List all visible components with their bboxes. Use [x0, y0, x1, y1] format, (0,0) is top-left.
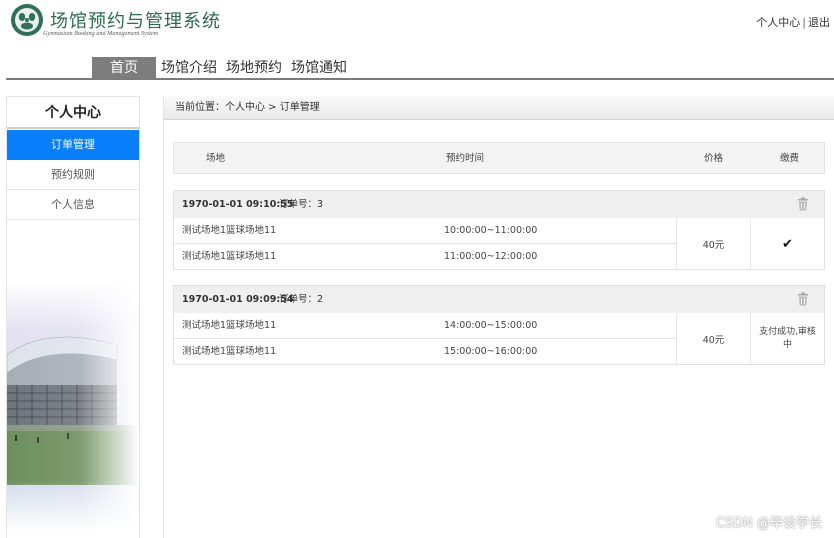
- user-center-link[interactable]: 个人中心: [756, 16, 800, 29]
- row-time: 10:00:00~11:00:00: [444, 225, 538, 236]
- table-row: 测试场地1篮球场地11 11:00:00~12:00:00: [174, 244, 676, 270]
- site-header: 场馆预约与管理系统 Gymnasium Booking and Manageme…: [0, 0, 834, 54]
- order-header: 1970-01-01 09:10:55 订单号：3: [174, 191, 824, 218]
- breadcrumb: 当前位置：个人中心 > 订单管理: [164, 96, 834, 120]
- row-time: 14:00:00~15:00:00: [444, 320, 538, 331]
- row-venue: 测试场地1篮球场地11: [182, 320, 277, 331]
- order-date: 1970-01-01 09:09:54: [182, 294, 294, 305]
- logout-link[interactable]: 退出: [808, 16, 830, 29]
- sidebar: 个人中心 订单管理 预约规则 个人信息: [6, 96, 140, 538]
- nav-item-venue-booking[interactable]: 场地预约: [226, 57, 282, 79]
- order-number: 订单号：3: [279, 199, 324, 210]
- row-venue: 测试场地1篮球场地11: [182, 225, 277, 236]
- sidebar-title: 个人中心: [7, 97, 139, 129]
- order-price: 40元: [676, 313, 751, 365]
- column-time: 预约时间: [446, 153, 485, 164]
- sidebar-item-rules[interactable]: 预约规则: [7, 160, 139, 190]
- order-price: 40元: [676, 218, 751, 270]
- column-price: 价格: [704, 153, 724, 164]
- column-venue: 场地: [206, 153, 226, 164]
- trash-icon[interactable]: [797, 197, 809, 211]
- order-number: 订单号：2: [279, 294, 324, 305]
- payment-status: ✔: [751, 218, 824, 270]
- order-header: 1970-01-01 09:09:54 订单号：2: [174, 286, 824, 313]
- order-card: 1970-01-01 09:09:54 订单号：2 测试场地1篮球场地11 14…: [173, 285, 825, 365]
- site-subtitle: Gymnasium Booking and Management System: [43, 30, 159, 37]
- link-separator: |: [802, 16, 806, 29]
- logo-icon: [11, 4, 43, 36]
- row-venue: 测试场地1篮球场地11: [182, 346, 277, 357]
- nav-item-venue-intro[interactable]: 场馆介绍: [161, 57, 217, 79]
- row-venue: 测试场地1篮球场地11: [182, 251, 277, 262]
- column-payment: 缴费: [780, 153, 800, 164]
- stadium-image: [7, 285, 139, 529]
- payment-status: 支付成功,审核中: [759, 327, 816, 350]
- sidebar-item-profile[interactable]: 个人信息: [7, 190, 139, 220]
- table-header: 场地 预约时间 价格 缴费: [173, 142, 825, 174]
- order-date: 1970-01-01 09:10:55: [182, 199, 294, 210]
- nav-item-venue-notice[interactable]: 场馆通知: [291, 57, 347, 79]
- watermark: CSDN @毕设学长: [715, 516, 822, 531]
- nav-divider: [6, 78, 834, 80]
- row-time: 15:00:00~16:00:00: [444, 346, 538, 357]
- row-time: 11:00:00~12:00:00: [444, 251, 538, 262]
- check-icon: ✔: [782, 236, 793, 252]
- sidebar-item-orders[interactable]: 订单管理: [7, 130, 139, 160]
- top-links: 个人中心 | 退出: [756, 14, 830, 30]
- order-card: 1970-01-01 09:10:55 订单号：3 测试场地1篮球场地11 10…: [173, 190, 825, 270]
- table-row: 测试场地1篮球场地11 15:00:00~16:00:00: [174, 339, 676, 365]
- table-row: 测试场地1篮球场地11 10:00:00~11:00:00: [174, 218, 676, 244]
- table-row: 测试场地1篮球场地11 14:00:00~15:00:00: [174, 313, 676, 339]
- nav-item-home[interactable]: 首页: [92, 57, 156, 79]
- main-content: 当前位置：个人中心 > 订单管理 场地 预约时间 价格 缴费 1970-01-0…: [163, 96, 834, 538]
- trash-icon[interactable]: [797, 292, 809, 306]
